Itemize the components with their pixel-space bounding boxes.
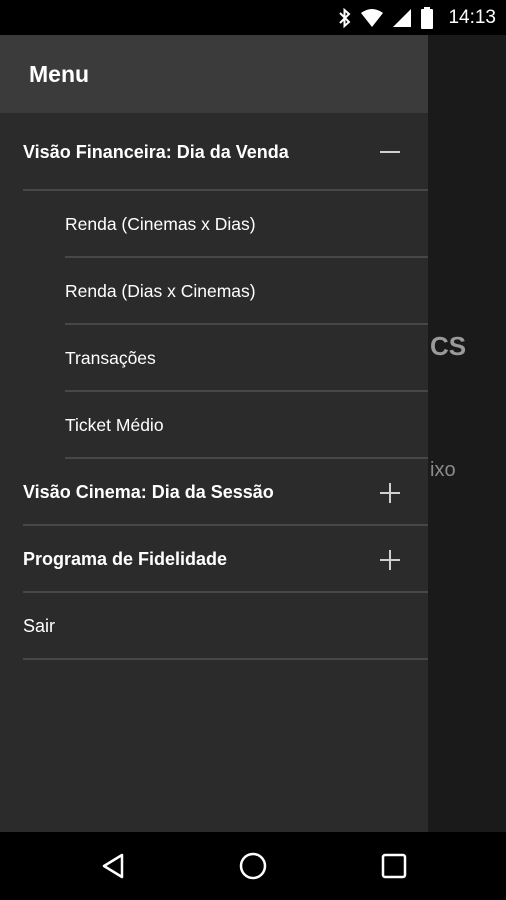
drawer-header: Menu [0,35,428,113]
submenu-item-label: Ticket Médio [65,415,164,435]
plus-icon[interactable] [378,548,402,572]
background-title-fragment: CS [430,331,467,361]
wifi-icon [360,8,384,28]
menu-item-label: Sair [23,616,56,636]
divider [23,658,428,660]
menu-group-label: Visão Cinema: Dia da Sessão [23,482,274,502]
menu-group-programa-fidelidade[interactable]: Programa de Fidelidade [0,526,428,593]
bluetooth-icon [338,7,352,28]
background-text-fragment: ixo [430,459,456,481]
menu-item-sair[interactable]: Sair [0,593,428,660]
cell-signal-icon [392,8,412,28]
drawer-title: Menu [29,60,90,87]
submenu-item-label: Renda (Cinemas x Dias) [65,214,256,234]
submenu-item-transacoes[interactable]: Transações [0,325,428,392]
navigation-drawer: Menu Visão Financeira: Dia da Venda Rend… [0,35,428,832]
submenu-item-ticket-medio[interactable]: Ticket Médio [0,392,428,459]
system-nav-bar [0,832,506,900]
status-icons: 14:13 [338,0,496,35]
back-icon[interactable] [96,849,130,883]
recents-icon[interactable] [377,849,411,883]
menu-group-visao-cinema[interactable]: Visão Cinema: Dia da Sessão [0,459,428,526]
submenu-item-label: Renda (Dias x Cinemas) [65,281,256,301]
submenu-item-label: Transações [65,348,156,368]
plus-icon[interactable] [378,481,402,505]
minus-icon[interactable] [378,140,402,164]
menu-group-visao-financeira[interactable]: Visão Financeira: Dia da Venda [0,113,428,191]
submenu-item-renda-cinemas-dias[interactable]: Renda (Cinemas x Dias) [0,191,428,258]
battery-icon [420,6,434,29]
menu-group-label: Visão Financeira: Dia da Venda [23,141,289,162]
menu-group-label: Programa de Fidelidade [23,549,228,569]
status-bar: 14:13 [0,0,506,35]
home-icon[interactable] [236,849,270,883]
submenu-item-renda-dias-cinemas[interactable]: Renda (Dias x Cinemas) [0,258,428,325]
status-time: 14:13 [448,6,496,28]
